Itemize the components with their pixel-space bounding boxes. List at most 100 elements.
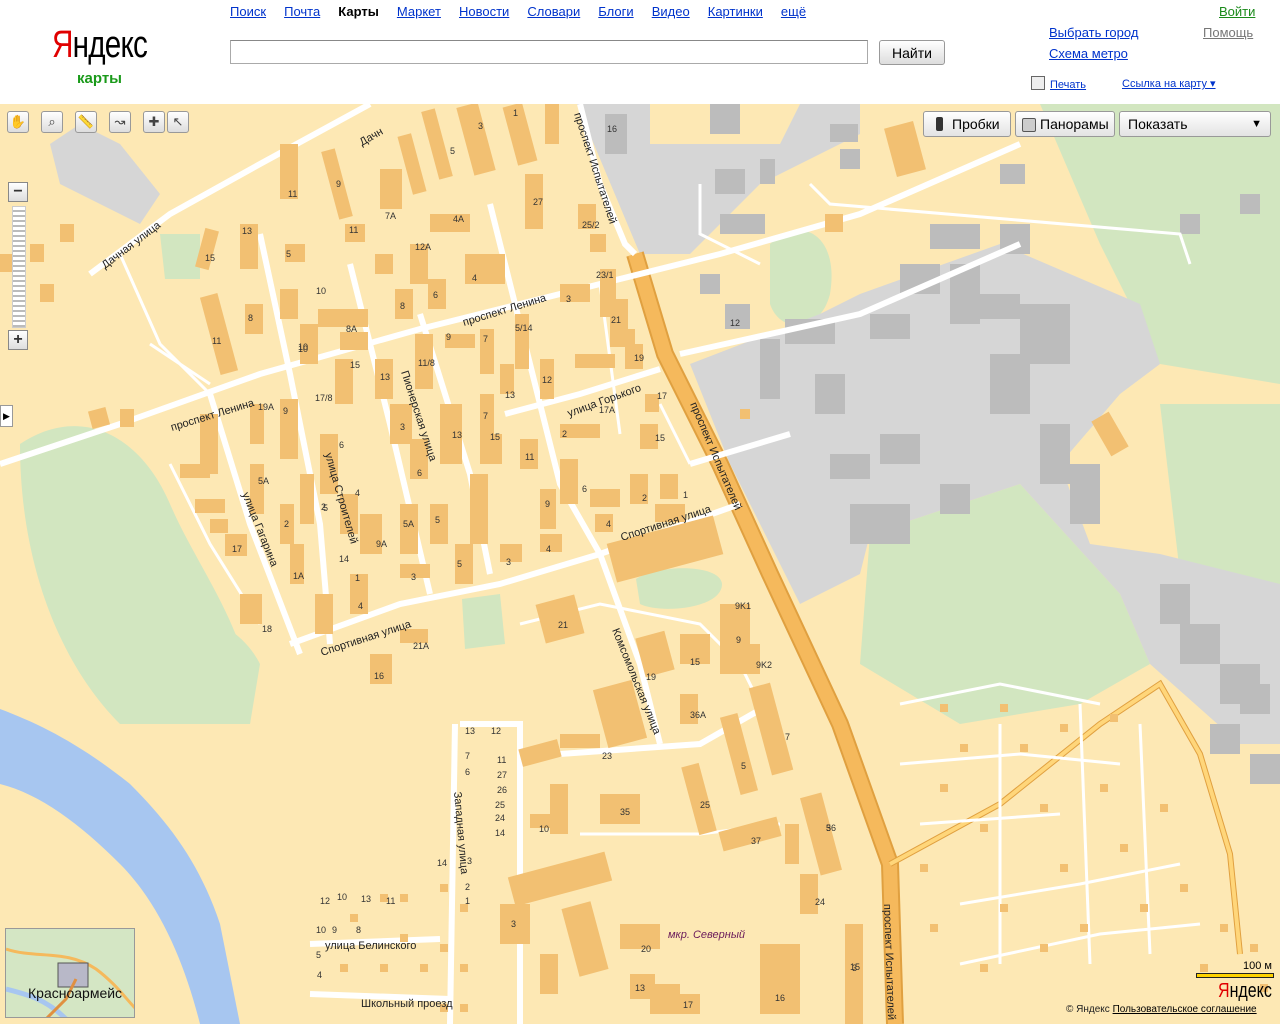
house-number: 3 [411, 572, 416, 582]
house-number: 36А [690, 710, 706, 720]
zoom-slider[interactable] [12, 206, 26, 328]
house-number: 5 [457, 559, 462, 569]
login-link[interactable]: Войти [1219, 4, 1255, 19]
house-number: 9 [336, 179, 341, 189]
house-number: 7 [465, 751, 470, 761]
search-button[interactable]: Найти [879, 40, 945, 65]
map-svg: 16 1 3 5 27 25/2 23/1 21 19 17 15 12 9K1… [0, 104, 1280, 1024]
house-number: 3 [400, 422, 405, 432]
house-number: 2 [321, 502, 326, 512]
show-layers-dropdown[interactable]: Показать ▼ [1119, 111, 1271, 137]
print-control[interactable]: Печать [1031, 76, 1086, 91]
nav-video[interactable]: Видео [652, 4, 690, 19]
house-number: 13 [380, 372, 390, 382]
house-number: 9K1 [735, 601, 751, 611]
house-number: 12 [730, 318, 740, 328]
yandex-map-logo: Яндекс [1218, 980, 1272, 1002]
magnifier-icon[interactable]: ⌕ [41, 111, 63, 133]
nav-market[interactable]: Маркет [397, 4, 441, 19]
placemark-icon[interactable]: ✚ [143, 111, 165, 133]
house-number: 27 [497, 770, 507, 780]
house-number: 11 [497, 755, 506, 765]
house-number: 4 [546, 544, 551, 554]
nav-images[interactable]: Картинки [708, 4, 763, 19]
house-number: 6 [582, 484, 587, 494]
link-to-map[interactable]: Ссылка на карту ▾ [1122, 77, 1216, 90]
house-number: 12 [320, 896, 330, 906]
house-number: 4 [472, 273, 477, 283]
zoom-in-button[interactable]: + [8, 330, 28, 350]
panoramas-button[interactable]: Панорамы [1015, 111, 1115, 137]
house-number: 14 [339, 554, 349, 564]
nav-search[interactable]: Поиск [230, 4, 266, 19]
house-number: 3 [506, 557, 511, 567]
house-number: 9 [283, 406, 288, 416]
house-number: 1 [465, 896, 470, 906]
house-number: 15 [350, 360, 360, 370]
house-number: 2 [465, 882, 470, 892]
house-number: 8А [346, 324, 357, 334]
traffic-button[interactable]: Пробки [923, 111, 1011, 137]
house-number: 7 [483, 411, 488, 421]
house-number: 4 [358, 601, 363, 611]
house-number: 10 [539, 824, 549, 834]
house-number: 7А [385, 211, 396, 221]
route-icon[interactable]: ↝ [109, 111, 131, 133]
house-number: 2 [562, 429, 567, 439]
hand-icon[interactable]: ✋ [7, 111, 29, 133]
house-number: 21 [611, 315, 621, 325]
house-number: 10 [298, 344, 308, 354]
house-number: 21А [413, 641, 429, 651]
nav-news[interactable]: Новости [459, 4, 509, 19]
choose-city-link[interactable]: Выбрать город [1049, 25, 1138, 40]
nav-more[interactable]: ещё [781, 4, 806, 19]
yandex-logo[interactable]: Яндекс [52, 24, 148, 67]
search-input[interactable] [230, 40, 868, 64]
ruler-icon[interactable]: 📏 [75, 111, 97, 133]
user-agreement-link[interactable]: Пользовательское соглашение [1113, 1004, 1257, 1015]
nav-blogs[interactable]: Блоги [598, 4, 633, 19]
house-number: 17/8 [315, 393, 333, 403]
nav-dictionaries[interactable]: Словари [527, 4, 580, 19]
street-label: Школьный проезд [361, 998, 453, 1010]
overview-minimap[interactable]: Красноармейс [5, 928, 135, 1018]
street-label: улица Белинского [325, 940, 416, 952]
service-nav: Поиск Почта Карты Маркет Новости Словари… [230, 4, 806, 19]
house-number: 25 [700, 800, 710, 810]
nav-mail[interactable]: Почта [284, 4, 320, 19]
house-number: 1 [683, 490, 688, 500]
cursor-icon[interactable]: ↖ [167, 111, 189, 133]
house-number: 23/1 [596, 270, 614, 280]
house-number: 27 [533, 197, 543, 207]
house-number: 9 [446, 332, 451, 342]
house-number: 5 [741, 761, 746, 771]
house-number: 4А [453, 214, 464, 224]
house-number: 16 [775, 993, 785, 1003]
printer-icon [1031, 76, 1045, 90]
print-link[interactable]: Печать [1050, 79, 1086, 91]
house-number: 5/14 [515, 323, 533, 333]
house-number: 4 [355, 488, 360, 498]
house-number: 4 [317, 970, 322, 980]
house-number: 3 [478, 121, 483, 131]
help-link[interactable]: Помощь [1203, 25, 1253, 40]
house-number: 14 [495, 828, 505, 838]
house-number: 9 [736, 635, 741, 645]
house-number: 5А [403, 519, 414, 529]
metro-map-link[interactable]: Схема метро [1049, 46, 1128, 61]
zoom-out-button[interactable]: − [8, 182, 28, 202]
house-number: 13 [465, 726, 475, 736]
house-number: 24 [815, 897, 825, 907]
house-number: 24 [495, 813, 505, 823]
map-canvas[interactable]: 16 1 3 5 27 25/2 23/1 21 19 17 15 12 9K1… [0, 104, 1280, 1024]
house-number: 14 [437, 858, 447, 868]
house-number: 6 [417, 468, 422, 478]
house-number: 25 [495, 800, 505, 810]
house-number: 3 [566, 294, 571, 304]
house-number: 19 [646, 672, 656, 682]
house-number: 13 [452, 430, 462, 440]
house-number: 11 [525, 452, 534, 462]
house-number: 13 [242, 226, 252, 236]
sidebar-toggle[interactable]: ▶ [0, 405, 13, 427]
house-number: 15 [690, 657, 700, 667]
